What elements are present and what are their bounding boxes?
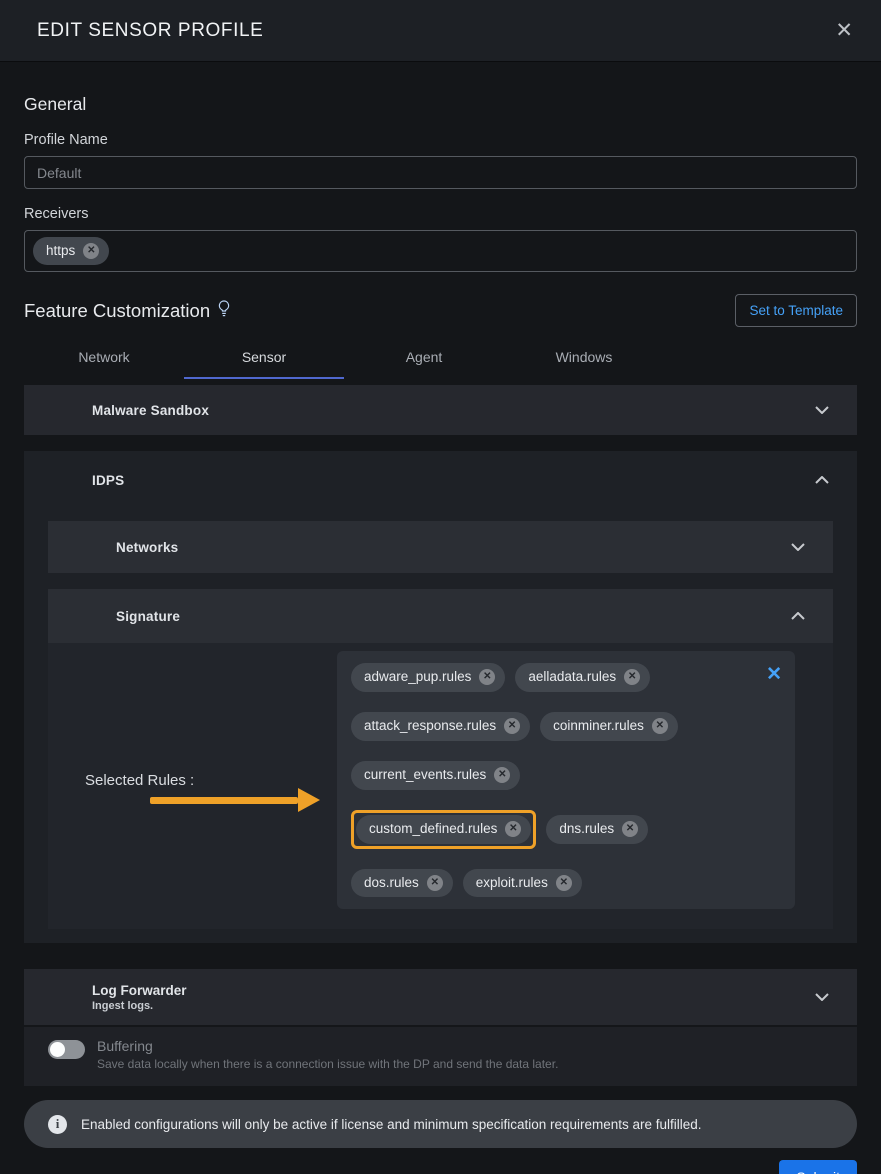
signature-accordion[interactable]: Signature [48, 589, 833, 643]
chip-remove-icon[interactable]: ✕ [624, 669, 640, 685]
chip-label: coinminer.rules [553, 718, 644, 735]
chip-remove-icon[interactable]: ✕ [83, 243, 99, 259]
dialog-body: General Profile Name Receivers https ✕ Fe… [0, 62, 881, 1174]
clear-selection-icon[interactable]: ✕ [766, 665, 782, 684]
chip-label: exploit.rules [476, 875, 548, 892]
dialog-title: EDIT SENSOR PROFILE [37, 20, 263, 42]
chevron-up-icon[interactable] [815, 476, 829, 484]
rule-chip[interactable]: aelladata.rules ✕ [515, 663, 650, 692]
general-section-title: General [24, 94, 857, 115]
signature-title: Signature [116, 609, 180, 624]
lightbulb-icon [218, 300, 230, 322]
submit-button[interactable]: Submit [779, 1160, 857, 1174]
selected-rules-box[interactable]: adware_pup.rules✕aelladata.rules✕attack_… [337, 651, 795, 909]
chip-label: custom_defined.rules [369, 821, 497, 838]
rule-chip[interactable]: current_events.rules ✕ [351, 761, 520, 790]
rule-chip[interactable]: exploit.rules ✕ [463, 869, 582, 898]
receivers-label: Receivers [24, 206, 857, 222]
chip-remove-icon[interactable]: ✕ [505, 821, 521, 837]
log-forwarder-title: Log Forwarder [92, 983, 187, 998]
log-forwarder-subtitle: Ingest logs. [92, 1000, 187, 1012]
log-forwarder-panel: Log Forwarder Ingest logs. [24, 969, 857, 1025]
buffering-label: Buffering [97, 1038, 558, 1054]
chip-label: attack_response.rules [364, 718, 496, 735]
chevron-down-icon[interactable] [791, 543, 805, 551]
tab-agent[interactable]: Agent [344, 335, 504, 379]
log-forwarder-titles: Log Forwarder Ingest logs. [92, 983, 187, 1012]
chip-label: current_events.rules [364, 767, 486, 784]
selected-rules-label: Selected Rules : [85, 772, 194, 789]
edit-sensor-profile-dialog: EDIT SENSOR PROFILE ✕ General Profile Na… [0, 0, 881, 1174]
arrow-head-icon [298, 788, 320, 812]
chip-remove-icon[interactable]: ✕ [494, 767, 510, 783]
toggle-knob [50, 1042, 65, 1057]
chevron-down-icon[interactable] [815, 406, 829, 414]
chip-remove-icon[interactable]: ✕ [479, 669, 495, 685]
chip-label: https [46, 243, 75, 260]
chip-label: aelladata.rules [528, 669, 616, 686]
chip-label: dns.rules [559, 821, 614, 838]
chip-remove-icon[interactable]: ✕ [556, 875, 572, 891]
chevron-down-icon[interactable] [815, 993, 829, 1001]
buffering-texts: Buffering Save data locally when there i… [97, 1038, 558, 1071]
dialog-header: EDIT SENSOR PROFILE ✕ [0, 0, 881, 62]
chip-remove-icon[interactable]: ✕ [504, 718, 520, 734]
networks-accordion[interactable]: Networks [48, 521, 833, 573]
feature-tabs: Network Sensor Agent Windows [24, 335, 857, 379]
tab-network[interactable]: Network [24, 335, 184, 379]
receiver-chip[interactable]: https ✕ [33, 237, 109, 266]
idps-panel: IDPS Networks Signature [24, 451, 857, 943]
dialog-footer: Submit [24, 1160, 857, 1174]
log-forwarder-accordion[interactable]: Log Forwarder Ingest logs. [24, 969, 857, 1025]
feature-customization-row: Feature Customization Set to Template [24, 294, 857, 327]
profile-name-label: Profile Name [24, 132, 857, 148]
chevron-up-icon[interactable] [791, 612, 805, 620]
info-banner-text: Enabled configurations will only be acti… [81, 1117, 702, 1132]
profile-name-input[interactable] [24, 156, 857, 189]
rules-chips: adware_pup.rules✕aelladata.rules✕attack_… [351, 663, 781, 897]
chip-remove-icon[interactable]: ✕ [427, 875, 443, 891]
malware-sandbox-title: Malware Sandbox [92, 403, 209, 418]
signature-body: Selected Rules : adware_pup.rules✕aellad… [48, 643, 833, 929]
annotation-arrow [150, 788, 320, 812]
info-icon: i [48, 1115, 67, 1134]
feature-customization-title: Feature Customization [24, 300, 230, 322]
malware-sandbox-panel: Malware Sandbox [24, 385, 857, 435]
receivers-chipbox[interactable]: https ✕ [24, 230, 857, 272]
chip-label: dos.rules [364, 875, 419, 892]
buffering-toggle[interactable] [48, 1040, 85, 1059]
malware-sandbox-accordion[interactable]: Malware Sandbox [24, 385, 857, 435]
chip-remove-icon[interactable]: ✕ [622, 821, 638, 837]
close-icon[interactable]: ✕ [831, 18, 857, 43]
info-banner: i Enabled configurations will only be ac… [24, 1100, 857, 1148]
chip-remove-icon[interactable]: ✕ [652, 718, 668, 734]
buffering-description: Save data locally when there is a connec… [97, 1057, 558, 1071]
set-to-template-button[interactable]: Set to Template [735, 294, 857, 327]
rule-chip[interactable]: custom_defined.rules ✕ [356, 815, 531, 844]
networks-panel: Networks [48, 521, 833, 573]
feature-customization-title-text: Feature Customization [24, 300, 210, 322]
idps-accordion[interactable]: IDPS [24, 451, 857, 509]
buffering-row: Buffering Save data locally when there i… [24, 1027, 857, 1086]
tab-windows[interactable]: Windows [504, 335, 664, 379]
networks-title: Networks [116, 540, 178, 555]
idps-title: IDPS [92, 473, 124, 488]
rule-chip[interactable]: dns.rules ✕ [546, 815, 648, 844]
highlight-box: custom_defined.rules ✕ [351, 810, 536, 849]
rule-chip[interactable]: adware_pup.rules ✕ [351, 663, 505, 692]
rule-chip[interactable]: attack_response.rules ✕ [351, 712, 530, 741]
arrow-shaft [150, 797, 298, 804]
signature-panel: Signature Selected Rules : adware_pup.ru… [48, 589, 833, 929]
chip-label: adware_pup.rules [364, 669, 471, 686]
rule-chip[interactable]: dos.rules ✕ [351, 869, 453, 898]
rule-chip[interactable]: coinminer.rules ✕ [540, 712, 678, 741]
tab-sensor[interactable]: Sensor [184, 335, 344, 379]
